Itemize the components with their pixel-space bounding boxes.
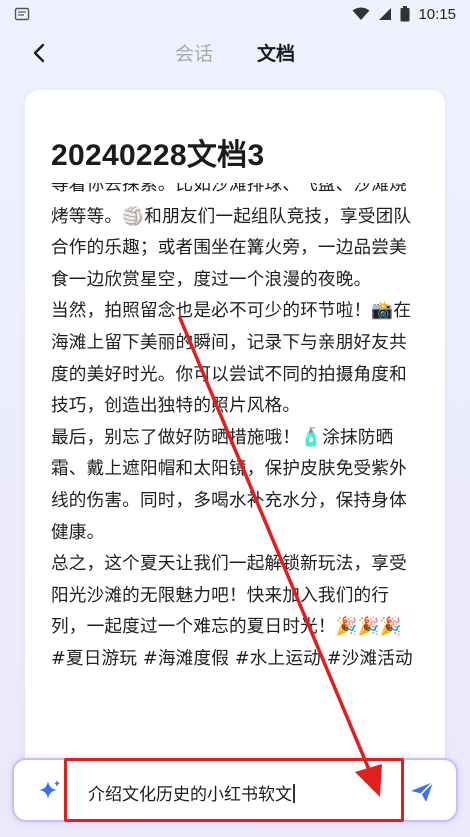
document-hashtags: #夏日游玩 #海滩度假 #水上运动 #沙滩活动 — [51, 648, 413, 669]
signal-icon — [379, 8, 392, 20]
back-button[interactable] — [24, 38, 54, 68]
status-time: 10:15 — [418, 5, 456, 23]
tab-doc[interactable]: 文档 — [257, 39, 295, 66]
document-paragraph: 最后，别忘了做好防晒措施哦！🧴涂抹防晒霜、戴上遮阳帽和太阳镜，保护皮肤免受紫外线… — [51, 427, 407, 543]
battery-icon — [400, 6, 410, 22]
document-paragraph: 当然，拍照留念也是必不可少的环节啦！📸在海滩上留下美丽的瞬间，记录下与亲朋好友共… — [51, 301, 412, 417]
document-card: 20240228文档3 等着你去探索。比如沙滩排球、飞盘、沙滩烧烤等等。🏐和朋友… — [25, 90, 445, 780]
wifi-icon — [352, 7, 370, 20]
document-paragraph: 等着你去探索。比如沙滩排球、飞盘、沙滩烧烤等等。🏐和朋友们一起组队竞技，享受团队… — [51, 183, 412, 290]
send-icon — [411, 781, 434, 802]
send-button[interactable] — [408, 778, 436, 806]
document-body[interactable]: 等着你去探索。比如沙滩排球、飞盘、沙滩烧烤等等。🏐和朋友们一起组队竞技，享受团队… — [51, 183, 423, 780]
document-paragraph: 总之，这个夏天让我们一起解锁新玩法，享受阳光沙滩的无限魅力吧！快来加入我们的行列… — [51, 554, 407, 638]
document-title: 20240228文档3 — [51, 139, 265, 172]
chat-input-bar: 介绍文化历史的小红书软文 — [12, 758, 458, 822]
highlight-box — [64, 758, 404, 822]
ai-sparkle-button[interactable] — [36, 777, 64, 805]
status-bar: 10:15 — [0, 0, 470, 28]
chevron-left-icon — [33, 43, 45, 63]
sparkle-icon — [39, 780, 60, 799]
header: 会话 文档 — [0, 28, 470, 78]
tab-chat[interactable]: 会话 — [175, 39, 213, 66]
notification-box-icon — [14, 7, 30, 21]
